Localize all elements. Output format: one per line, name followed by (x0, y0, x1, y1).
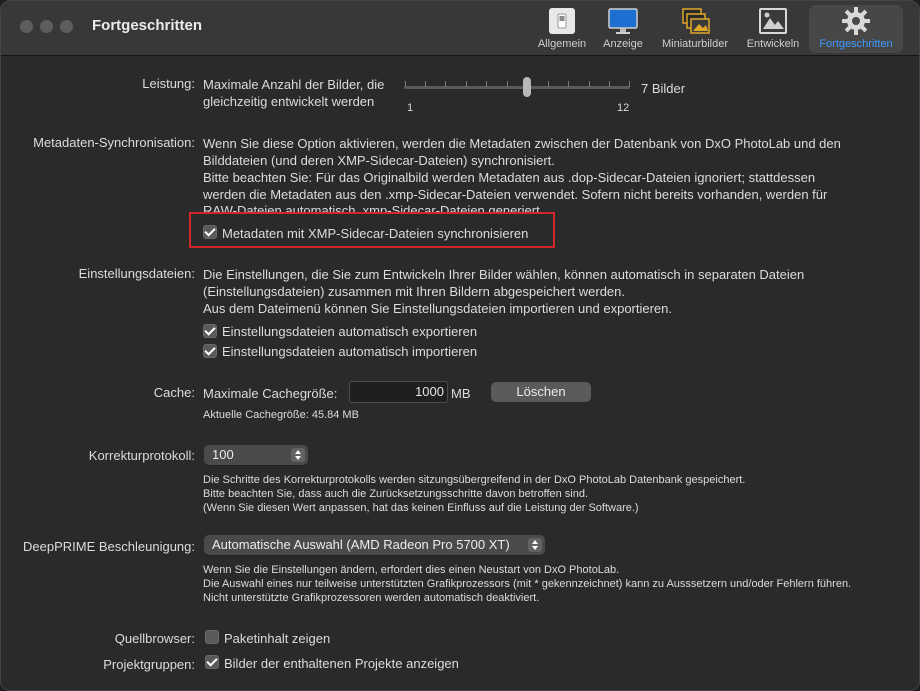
slider-tick (486, 81, 487, 87)
slider-tick (629, 81, 630, 87)
leistung-label: Leistung: (142, 76, 195, 91)
slider-tick (466, 81, 467, 87)
metadaten-sync-checkbox[interactable] (203, 225, 217, 239)
korrektur-description-line3: (Wenn Sie diesen Wert anpassen, hat das … (203, 502, 639, 514)
korrektur-description-line1: Die Schritte des Korrekturprotokolls wer… (203, 474, 746, 486)
slider-tick (589, 81, 590, 87)
minimize-window-button[interactable] (40, 20, 53, 33)
title-bar: Fortgeschritten Allgemein Anzeige Miniat… (1, 1, 919, 56)
slider-tick (568, 81, 569, 87)
leistung-description-line1: Maximale Anzahl der Bilder, die (203, 77, 385, 92)
history-steps-popup[interactable]: 100 (204, 445, 308, 465)
slider-tick (507, 81, 508, 87)
clear-cache-button[interactable]: Löschen (491, 382, 591, 402)
korrektur-label: Korrekturprotokoll: (88, 448, 195, 463)
project-images-checkbox[interactable] (205, 655, 219, 669)
metadaten-description-line2: Bilddateien (und deren XMP-Sidecar-Datei… (203, 153, 555, 168)
tab-label: Anzeige (603, 38, 643, 50)
slider-tick (425, 81, 426, 87)
package-contents-checkbox[interactable] (205, 630, 219, 644)
gear-icon (842, 7, 870, 35)
zoom-window-button[interactable] (60, 20, 73, 33)
metadaten-description-line1: Wenn Sie diese Option aktivieren, werden… (203, 136, 841, 151)
metadaten-description-line3: Bitte beachten Sie: Für das Originalbild… (203, 170, 816, 185)
tab-entwickeln[interactable]: Entwickeln (741, 5, 805, 53)
deepprime-acceleration-popup[interactable]: Automatische Auswahl (AMD Radeon Pro 570… (204, 535, 545, 555)
einstellungsdateien-label: Einstellungsdateien: (78, 266, 195, 281)
auto-import-checkbox[interactable] (203, 344, 217, 358)
preferences-window: Fortgeschritten Allgemein Anzeige Miniat… (0, 0, 920, 691)
deepprime-label: DeepPRIME Beschleunigung: (23, 539, 195, 554)
slider-tick (405, 81, 406, 87)
cache-max-label: Maximale Cachegröße: (203, 386, 338, 401)
einstellungsdateien-description-line2: (Einstellungsdateien) zusammen mit Ihren… (203, 284, 625, 299)
projektgruppen-label: Projektgruppen: (103, 657, 195, 672)
auto-export-checkbox[interactable] (203, 324, 217, 338)
cache-current-size: Aktuelle Cachegröße: 45.84 MB (203, 409, 359, 421)
develop-image-icon (759, 8, 787, 34)
slider-tick (445, 81, 446, 87)
popup-arrows-icon (528, 538, 542, 552)
tab-label: Fortgeschritten (819, 38, 893, 50)
close-window-button[interactable] (20, 20, 33, 33)
history-steps-value: 100 (212, 447, 234, 462)
slider-min-label: 1 (407, 102, 414, 114)
cache-label: Cache: (153, 385, 195, 400)
einstellungsdateien-description-line1: Die Einstellungen, die Sie zum Entwickel… (203, 267, 805, 282)
performance-slider-thumb[interactable] (523, 77, 531, 97)
cache-size-input[interactable]: 1000 (349, 381, 448, 403)
leistung-description-line2: gleichzeitig entwickelt werden (203, 94, 375, 109)
auto-import-checkbox-label[interactable]: Einstellungsdateien automatisch importie… (222, 344, 477, 359)
metadaten-description-line4: werden die Metadaten aus den .xmp-Sideca… (203, 187, 828, 202)
tab-allgemein[interactable]: Allgemein (531, 5, 593, 53)
deepprime-description-line2: Die Auswahl eines nur teilweise unterstü… (203, 578, 852, 590)
cache-unit-label: MB (451, 386, 471, 401)
slider-value-label: 7 Bilder (641, 81, 686, 96)
tab-anzeige[interactable]: Anzeige (597, 5, 649, 53)
deepprime-description-line3: Nicht unterstützte Grafikprozessoren wer… (203, 592, 540, 604)
performance-slider-track[interactable] (404, 86, 630, 89)
window-title: Fortgeschritten (92, 17, 203, 34)
slider-max-label: 12 (617, 102, 630, 114)
monitor-icon (608, 8, 638, 34)
tab-label: Entwickeln (746, 38, 800, 50)
deepprime-value: Automatische Auswahl (AMD Radeon Pro 570… (212, 537, 510, 552)
tab-fortgeschritten[interactable]: Fortgeschritten (809, 5, 903, 53)
tab-label: Allgemein (537, 38, 587, 50)
project-images-checkbox-label[interactable]: Bilder der enthaltenen Projekte anzeigen (224, 656, 459, 671)
slider-tick (548, 81, 549, 87)
stepper-arrows-icon (291, 448, 305, 462)
tab-label: Miniaturbilder (661, 38, 729, 50)
metadaten-label: Metadaten-Synchronisation: (33, 135, 195, 150)
tab-miniaturbilder[interactable]: Miniaturbilder (653, 5, 737, 53)
metadaten-sync-checkbox-label[interactable]: Metadaten mit XMP-Sidecar-Dateien synchr… (222, 226, 528, 241)
einstellungsdateien-description-line3: Aus dem Dateimenü können Sie Einstellung… (203, 301, 673, 316)
thumbnails-icon (682, 8, 710, 34)
general-switch-icon (549, 8, 575, 34)
package-contents-checkbox-label[interactable]: Paketinhalt zeigen (224, 631, 330, 646)
auto-export-checkbox-label[interactable]: Einstellungsdateien automatisch exportie… (222, 324, 477, 339)
slider-tick (609, 81, 610, 87)
deepprime-description-line1: Wenn Sie die Einstellungen ändern, erfor… (203, 564, 620, 576)
quellbrowser-label: Quellbrowser: (114, 631, 195, 646)
korrektur-description-line2: Bitte beachten Sie, dass auch die Zurück… (203, 488, 589, 500)
